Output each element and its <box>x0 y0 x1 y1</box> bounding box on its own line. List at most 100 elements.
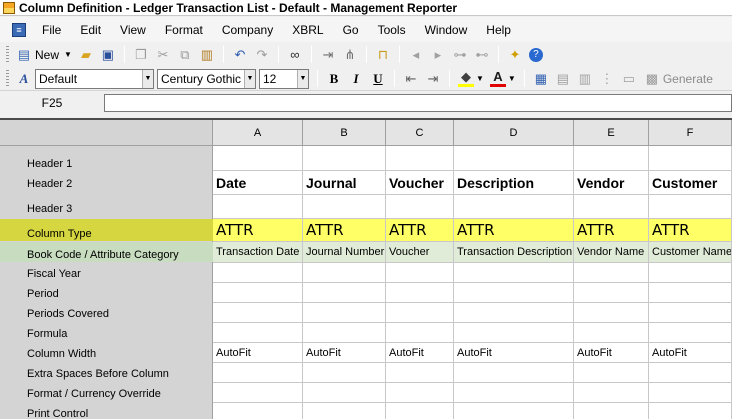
cell-bookcode-c[interactable]: Voucher <box>386 242 454 263</box>
cell-format-c[interactable] <box>386 383 454 403</box>
cell-period-e[interactable] <box>574 283 649 303</box>
help-button[interactable]: ? <box>526 45 546 65</box>
row-label-extra-spaces[interactable]: Extra Spaces Before Column <box>0 367 213 381</box>
fill-color-button[interactable]: ◆ ▼ <box>455 69 487 89</box>
cell-bookcode-e[interactable]: Vendor Name <box>574 242 649 263</box>
increase-indent-button[interactable]: ⇥ <box>422 69 444 89</box>
row-label-print-control[interactable]: Print Control <box>0 407 213 419</box>
cell-fiscal-c[interactable] <box>386 263 454 283</box>
cell-covered-e[interactable] <box>574 303 649 323</box>
column-header-c[interactable]: C <box>386 120 454 146</box>
unlink-button[interactable]: ⊷ <box>471 45 493 65</box>
new-button[interactable]: ▤ New ▼ <box>13 45 75 65</box>
cell-extra-a[interactable] <box>213 363 303 383</box>
cell-print-d[interactable] <box>454 403 574 419</box>
column-header-f[interactable]: F <box>649 120 732 146</box>
row-label-header-1[interactable]: Header 1 <box>0 157 213 171</box>
link-button[interactable]: ⊶ <box>449 45 471 65</box>
cell-extra-b[interactable] <box>303 363 386 383</box>
cell-coltype-a[interactable]: ATTR <box>213 219 303 242</box>
tree-button[interactable]: ⋔ <box>339 45 361 65</box>
cell-header3-d[interactable] <box>454 195 574 219</box>
cell-fiscal-b[interactable] <box>303 263 386 283</box>
cell-format-b[interactable] <box>303 383 386 403</box>
italic-button[interactable]: I <box>345 69 367 89</box>
cell-header2-a[interactable]: Date <box>213 171 303 195</box>
cell-header3-a[interactable] <box>213 195 303 219</box>
cell-header1-c[interactable] <box>386 146 454 171</box>
menu-file[interactable]: File <box>34 23 72 37</box>
generate-button[interactable]: ▩ Generate <box>644 71 713 87</box>
styles-button[interactable]: A <box>13 69 35 89</box>
cell-width-c[interactable]: AutoFit <box>386 343 454 363</box>
cell-formula-f[interactable] <box>649 323 732 343</box>
cell-header3-f[interactable] <box>649 195 732 219</box>
menu-go[interactable]: Go <box>335 23 370 37</box>
cell-coltype-e[interactable]: ATTR <box>574 219 649 242</box>
formula-input[interactable] <box>104 94 732 112</box>
chevron-down-icon[interactable]: ▼ <box>64 50 72 59</box>
undo-button[interactable]: ↶ <box>229 45 251 65</box>
cell-header1-b[interactable] <box>303 146 386 171</box>
forward-button[interactable]: ▸ <box>427 45 449 65</box>
cell-width-b[interactable]: AutoFit <box>303 343 386 363</box>
cell-covered-c[interactable] <box>386 303 454 323</box>
back-button[interactable]: ◂ <box>405 45 427 65</box>
save-button[interactable]: ▣ <box>97 45 119 65</box>
cell-format-e[interactable] <box>574 383 649 403</box>
column-header-b[interactable]: B <box>303 120 386 146</box>
cell-coltype-b[interactable]: ATTR <box>303 219 386 242</box>
cell-formula-c[interactable] <box>386 323 454 343</box>
cell-extra-e[interactable] <box>574 363 649 383</box>
cell-bookcode-f[interactable]: Customer Name <box>649 242 732 263</box>
cell-header2-e[interactable]: Vendor <box>574 171 649 195</box>
cell-fiscal-d[interactable] <box>454 263 574 283</box>
cell-width-e[interactable]: AutoFit <box>574 343 649 363</box>
cell-header3-c[interactable] <box>386 195 454 219</box>
row-label-column-type[interactable]: Column Type <box>0 219 213 241</box>
cell-covered-d[interactable] <box>454 303 574 323</box>
rows-button[interactable]: ▤ <box>552 69 574 89</box>
column-header-a[interactable]: A <box>213 120 303 146</box>
menu-edit[interactable]: Edit <box>72 23 112 37</box>
cell-formula-e[interactable] <box>574 323 649 343</box>
cell-period-c[interactable] <box>386 283 454 303</box>
report-button[interactable]: ▭ <box>618 69 640 89</box>
redo-button[interactable]: ↷ <box>251 45 273 65</box>
cell-covered-f[interactable] <box>649 303 732 323</box>
cell-formula-a[interactable] <box>213 323 303 343</box>
document-icon[interactable]: ≡ <box>12 22 26 37</box>
menu-tools[interactable]: Tools <box>370 23 417 37</box>
row-label-header-3[interactable]: Header 3 <box>0 202 213 216</box>
menu-company[interactable]: Company <box>214 23 284 37</box>
font-select[interactable]: Century Gothic ▼ <box>157 68 256 89</box>
open-button[interactable]: ▰ <box>75 45 97 65</box>
cell-period-d[interactable] <box>454 283 574 303</box>
cell-extra-d[interactable] <box>454 363 574 383</box>
chevron-down-icon[interactable]: ▼ <box>297 69 308 88</box>
row-label-header-2[interactable]: Header 2 <box>0 177 213 191</box>
row-label-formula[interactable]: Formula <box>0 327 213 341</box>
underline-button[interactable]: U <box>367 69 389 89</box>
cell-header2-b[interactable]: Journal <box>303 171 386 195</box>
insert-row-button[interactable]: ⇥ <box>317 45 339 65</box>
chevron-down-icon[interactable]: ▼ <box>508 74 516 83</box>
column-header-e[interactable]: E <box>574 120 649 146</box>
cell-formula-d[interactable] <box>454 323 574 343</box>
cell-fiscal-a[interactable] <box>213 263 303 283</box>
row-label-format-override[interactable]: Format / Currency Override <box>0 387 213 401</box>
bold-button[interactable]: B <box>323 69 345 89</box>
cell-extra-c[interactable] <box>386 363 454 383</box>
cell-bookcode-a[interactable]: Transaction Date <box>213 242 303 263</box>
decrease-indent-button[interactable]: ⇤ <box>400 69 422 89</box>
cell-header3-b[interactable] <box>303 195 386 219</box>
toolbar-grip[interactable] <box>6 70 9 87</box>
wizard-button[interactable]: ✦ <box>504 45 526 65</box>
font-size-select[interactable]: 12 ▼ <box>259 68 309 89</box>
cell-period-f[interactable] <box>649 283 732 303</box>
cell-coltype-f[interactable]: ATTR <box>649 219 732 242</box>
cell-covered-b[interactable] <box>303 303 386 323</box>
cell-print-e[interactable] <box>574 403 649 419</box>
cell-header1-e[interactable] <box>574 146 649 171</box>
cell-bookcode-d[interactable]: Transaction Description <box>454 242 574 263</box>
